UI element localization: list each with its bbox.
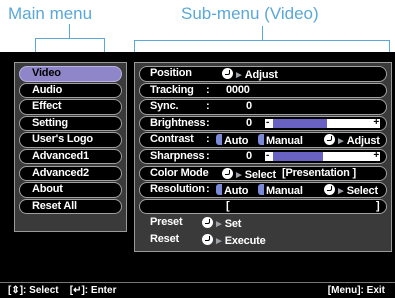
preset-label: Preset — [150, 216, 183, 229]
right-arrow-icon: ► — [214, 235, 224, 247]
main-menu-item-reset-all[interactable]: Reset All — [19, 198, 122, 215]
color-mode-select-group[interactable]: ►Select — [222, 167, 276, 182]
main-menu-item-setting[interactable]: Setting — [19, 115, 122, 132]
sub-menu-annotation: Sub-menu (Video) — [181, 4, 319, 23]
main-menu-annotation: Main menu — [8, 4, 93, 23]
status-bar: [⇕]: Select [↵]: Enter [Menu]: Exit — [0, 282, 395, 298]
color-mode-value: [Presentation ] — [282, 166, 357, 179]
contrast-adjust-group[interactable]: ►Adjust — [324, 133, 380, 148]
resolution-label: Resolution — [150, 183, 205, 196]
sync-colon: : — [206, 100, 210, 113]
sharpness-colon: : — [206, 149, 210, 162]
resolution-colon: : — [206, 183, 210, 196]
right-arrow-icon: ► — [336, 186, 346, 198]
sharpness-plus-sign: + — [373, 149, 379, 161]
resolution-manual-option[interactable]: Manual — [258, 183, 303, 198]
reset-label: Reset — [150, 232, 179, 245]
brightness-slider-fill — [273, 118, 327, 128]
resolution-auto-option[interactable]: Auto — [216, 183, 248, 198]
sub-menu-row-brightness[interactable]: Brightness : 0 - + — [139, 115, 387, 132]
tracking-value: 0000 — [226, 83, 250, 96]
brightness-value: 0 — [246, 116, 252, 129]
color-mode-label: Color Mode — [150, 166, 209, 179]
sub-menu-row-resolution[interactable]: Resolution : Auto Manual ►Select — [139, 182, 387, 198]
sharpness-slider-fill — [273, 151, 323, 161]
main-menu-item-audio[interactable]: Audio — [19, 82, 122, 99]
resolution-select-group[interactable]: ►Select — [324, 183, 378, 198]
exit-hint: [Menu]: Exit — [327, 285, 385, 296]
position-action[interactable]: Adjust — [245, 69, 278, 81]
projector-screen: Video Audio Effect Setting User's Logo A… — [0, 52, 395, 298]
right-arrow-icon: ► — [234, 169, 244, 181]
enter-icon — [202, 233, 213, 245]
radio-icon — [216, 184, 222, 196]
brightness-plus-sign: + — [373, 116, 379, 128]
sub-menu-panel: Position ►Adjust Tracking : 0000 Sync. :… — [134, 62, 392, 252]
enter-icon — [222, 68, 233, 79]
sub-menu-row-tracking[interactable]: Tracking : 0000 — [139, 82, 387, 99]
brightness-label: Brightness — [150, 116, 206, 129]
right-arrow-icon: ► — [214, 219, 224, 231]
sharpness-slider[interactable]: - + — [265, 149, 380, 161]
sub-menu-bracket-stem — [262, 26, 263, 40]
right-arrow-icon: ► — [336, 136, 346, 148]
enter-hint: [↵]: Enter — [69, 285, 117, 296]
tracking-label: Tracking — [150, 83, 194, 96]
sub-menu-row-color-mode[interactable]: Color Mode ►Select [Presentation ] — [139, 165, 387, 182]
sync-value: 0 — [246, 100, 252, 113]
sharpness-minus-sign: - — [266, 149, 270, 161]
main-menu-item-users-logo[interactable]: User's Logo — [19, 132, 122, 148]
enter-icon — [222, 167, 233, 179]
sync-label: Sync. — [150, 100, 179, 113]
sub-menu-row-preset[interactable]: Preset ►Set — [139, 215, 387, 231]
sub-menu-row-contrast[interactable]: Contrast : Auto Manual ►Adjust — [139, 132, 387, 148]
sub-menu-row-resolution-value[interactable]: [ ] — [139, 198, 387, 215]
radio-icon — [258, 134, 264, 146]
main-menu-item-advanced2[interactable]: Advanced2 — [19, 165, 122, 182]
contrast-auto-option[interactable]: Auto — [216, 133, 248, 148]
main-menu-panel: Video Audio Effect Setting User's Logo A… — [14, 62, 127, 232]
sub-menu-row-position[interactable]: Position ►Adjust — [139, 66, 387, 82]
enter-icon — [324, 184, 335, 196]
position-action-group: ►Adjust — [222, 67, 278, 82]
main-menu-bracket-stem — [69, 24, 70, 38]
sharpness-value: 0 — [246, 149, 252, 162]
right-arrow-icon: ► — [234, 70, 244, 81]
enter-icon — [324, 134, 335, 146]
brightness-colon: : — [206, 116, 210, 129]
main-menu-item-advanced1[interactable]: Advanced1 — [19, 148, 122, 165]
preset-set-group[interactable]: ►Set — [202, 216, 241, 231]
position-label: Position — [150, 67, 192, 79]
sub-menu-row-reset[interactable]: Reset ►Execute — [139, 232, 387, 248]
sub-menu-row-sharpness[interactable]: Sharpness : 0 - + — [139, 148, 387, 165]
brightness-slider[interactable]: - + — [265, 116, 380, 128]
resolution-value-close-bracket: ] — [376, 199, 380, 212]
sharpness-label: Sharpness — [150, 149, 205, 162]
enter-icon — [202, 217, 213, 229]
sub-menu-row-sync[interactable]: Sync. : 0 — [139, 99, 387, 115]
contrast-manual-option[interactable]: Manual — [258, 133, 303, 148]
tracking-colon: : — [206, 83, 210, 96]
main-menu-item-video[interactable]: Video — [19, 66, 122, 82]
radio-icon — [258, 184, 264, 196]
contrast-colon: : — [206, 133, 210, 146]
reset-execute-group[interactable]: ►Execute — [202, 233, 266, 248]
radio-icon — [216, 134, 222, 146]
contrast-label: Contrast — [150, 133, 194, 146]
main-menu-item-about[interactable]: About — [19, 182, 122, 198]
select-hint: [⇕]: Select — [8, 285, 59, 296]
resolution-value-open-bracket: [ — [226, 199, 230, 212]
main-menu-item-effect[interactable]: Effect — [19, 99, 122, 115]
brightness-minus-sign: - — [266, 116, 270, 128]
